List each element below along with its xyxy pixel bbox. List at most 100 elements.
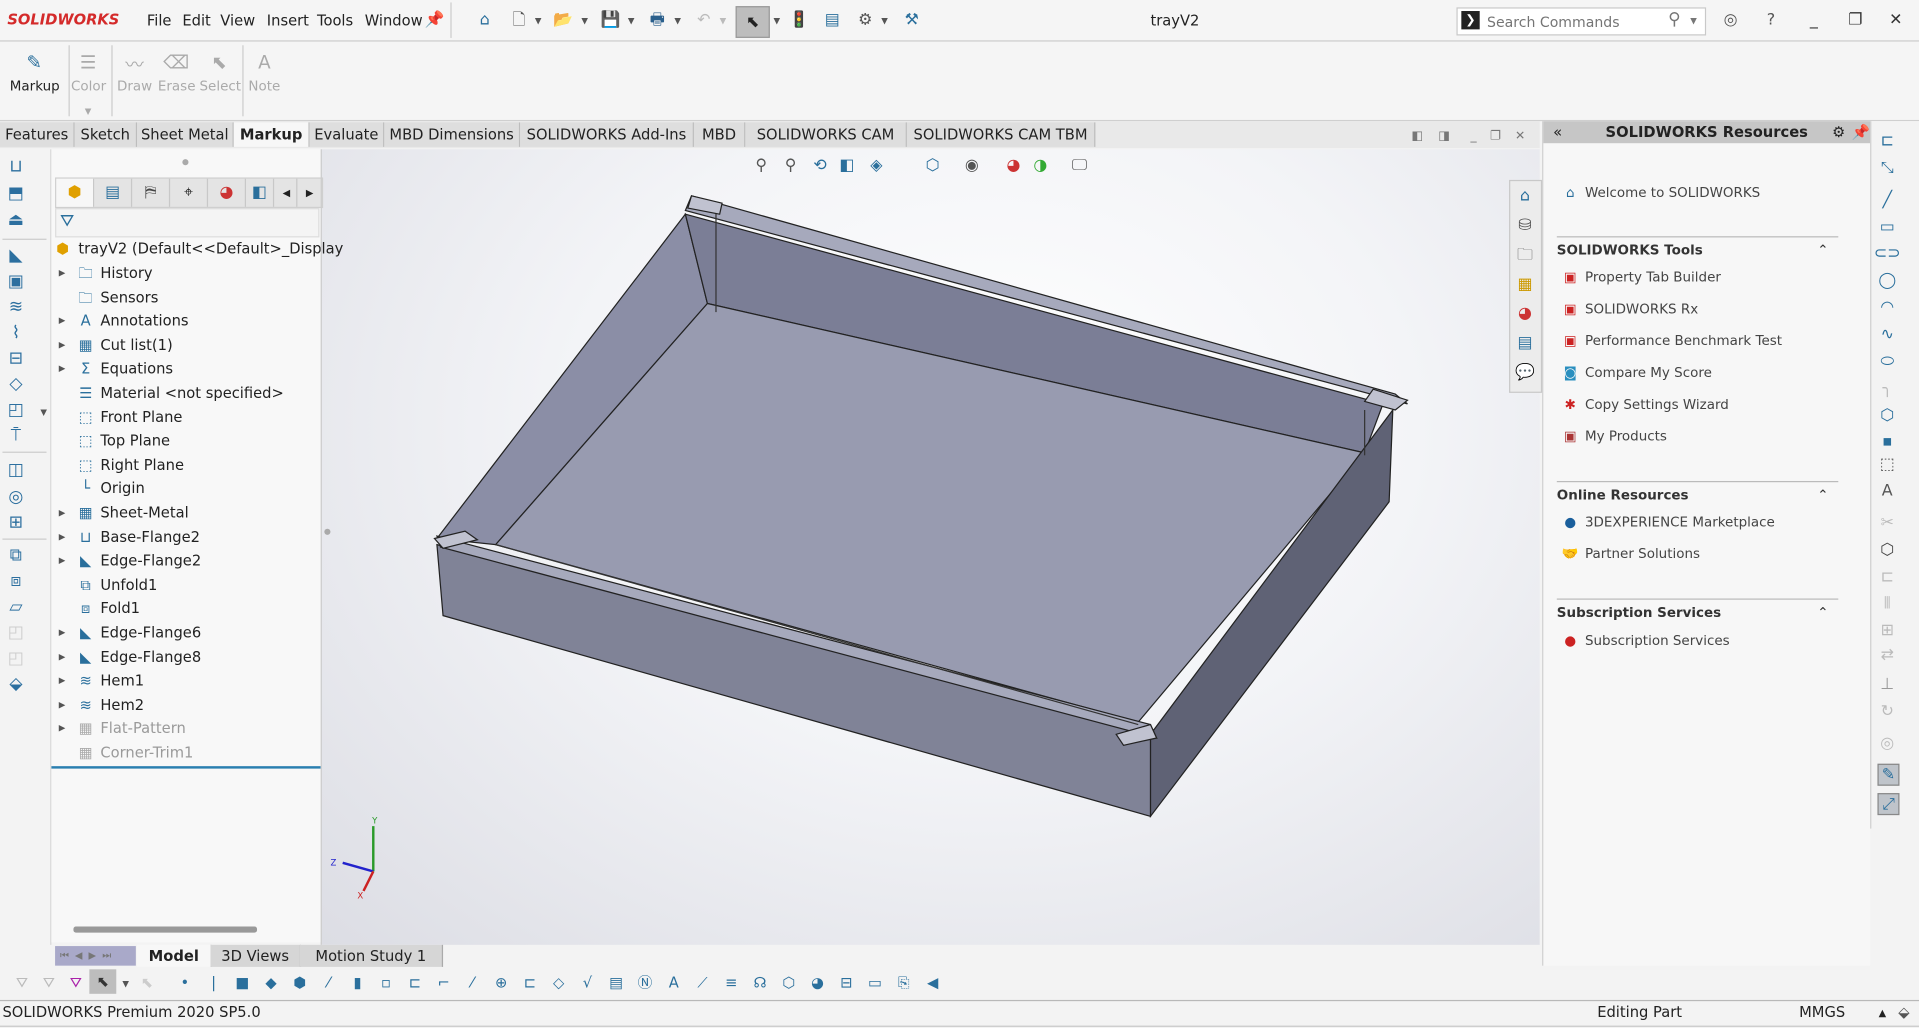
lofted-bend-icon[interactable]: ⏏ bbox=[6, 211, 26, 231]
copy-settings-wizard-link[interactable]: ✱ Copy Settings Wizard bbox=[1560, 397, 1729, 413]
no-bends-icon[interactable]: ◰ bbox=[6, 623, 26, 643]
collapse-caret-icon[interactable]: ⌃ bbox=[1817, 605, 1828, 621]
hide-filter-icon[interactable]: ⛛ bbox=[39, 973, 59, 993]
horizontal-scrollbar[interactable] bbox=[73, 926, 258, 933]
selection-filter-icon[interactable]: A bbox=[664, 973, 684, 993]
tab-3d-views[interactable]: 3D Views bbox=[210, 944, 302, 967]
selection-filter-icon[interactable]: ◕ bbox=[808, 973, 828, 993]
pin-icon[interactable]: 📌 bbox=[1852, 121, 1870, 143]
view-settings-icon[interactable]: 🖵 bbox=[1070, 155, 1090, 175]
unfold-icon[interactable]: ⧉ bbox=[6, 546, 26, 566]
rapid-sketch-icon[interactable]: ✎ bbox=[1877, 763, 1900, 786]
selection-filter-icon[interactable]: ⊏ bbox=[520, 973, 540, 993]
expand-arrow-icon[interactable]: ▶ bbox=[59, 622, 66, 645]
ellipse-icon[interactable]: ⬭ bbox=[1877, 351, 1897, 371]
insert-bends-icon[interactable]: ⬙ bbox=[6, 674, 26, 694]
expand-arrow-icon[interactable]: ▶ bbox=[59, 646, 66, 669]
circle-icon[interactable]: ◯ bbox=[1877, 270, 1897, 290]
text-icon[interactable]: A bbox=[1877, 481, 1897, 501]
selection-filter-icon[interactable]: ⎘ bbox=[894, 973, 914, 993]
miter-flange-icon[interactable]: ▣ bbox=[6, 272, 26, 292]
selection-filter-icon[interactable]: √ bbox=[578, 973, 598, 993]
configuration-manager-tab-icon[interactable]: ⛿ bbox=[132, 178, 171, 207]
selection-filter-icon[interactable]: Ⓝ bbox=[635, 973, 655, 993]
selection-filter-icon[interactable]: ◀ bbox=[923, 973, 943, 993]
base-flange-icon[interactable]: ⊔ bbox=[6, 157, 26, 177]
selection-filter-icon[interactable]: ⊕ bbox=[491, 973, 511, 993]
forum-icon[interactable]: 💬 bbox=[1515, 362, 1535, 382]
edge-flange-icon[interactable]: ◣ bbox=[6, 246, 26, 266]
expand-arrow-icon[interactable]: ▶ bbox=[59, 502, 66, 525]
quick-snaps-icon[interactable]: ◎ bbox=[1877, 733, 1897, 753]
toggle-filter-icon[interactable]: ⛛ bbox=[12, 973, 32, 993]
expand-arrow-icon[interactable]: ▶ bbox=[59, 526, 66, 549]
linear-pattern-icon[interactable]: ⊞ bbox=[1877, 621, 1897, 641]
viewport-expand-icon[interactable]: ◨ bbox=[1434, 127, 1454, 147]
tab-scroll-buttons[interactable]: ⏮◀▶⏭ bbox=[55, 946, 136, 966]
expand-arrow-icon[interactable]: ▶ bbox=[59, 718, 66, 741]
expand-arrow-icon[interactable]: ▶ bbox=[59, 670, 66, 693]
partner-solutions-link[interactable]: 🤝 Partner Solutions bbox=[1560, 546, 1700, 562]
plane-icon[interactable]: ⬚ bbox=[1877, 454, 1897, 474]
selection-filter-icon[interactable]: ⊏ bbox=[405, 973, 425, 993]
expand-arrow-icon[interactable]: ▶ bbox=[59, 334, 66, 357]
view-palette-icon[interactable]: ▦ bbox=[1515, 274, 1535, 294]
section-view-icon[interactable]: ◧ bbox=[837, 155, 857, 175]
dimxpert-manager-tab-icon[interactable]: ⌖ bbox=[170, 178, 209, 207]
selection-filter-icon[interactable]: ◇ bbox=[549, 973, 569, 993]
forming-tool-icon[interactable]: ⍑ bbox=[6, 426, 26, 446]
viewport-minimize-icon[interactable]: _ bbox=[1464, 127, 1484, 147]
sketch-icon[interactable]: ⊏ bbox=[1877, 131, 1897, 151]
flatten-icon[interactable]: ▱ bbox=[6, 597, 26, 617]
fold-icon[interactable]: ⧈ bbox=[6, 572, 26, 592]
options-gear-icon[interactable]: ⚙ bbox=[1832, 121, 1845, 143]
performance-benchmark-link[interactable]: ▣ Performance Benchmark Test bbox=[1560, 333, 1782, 349]
spline-icon[interactable]: ∿ bbox=[1877, 324, 1897, 344]
smart-dimension-icon[interactable]: ⤡ bbox=[1877, 158, 1897, 178]
rectangle-icon[interactable]: ▭ bbox=[1877, 217, 1897, 237]
collapse-panel-icon[interactable]: « bbox=[1553, 121, 1562, 143]
selection-filter-icon[interactable]: ⬡ bbox=[779, 973, 799, 993]
rip-icon[interactable]: ◰ bbox=[6, 649, 26, 669]
cross-break-icon[interactable]: ◇ bbox=[6, 375, 26, 395]
feature-manager-tab-icon[interactable]: ⬢ bbox=[56, 178, 95, 207]
selection-filter-icon[interactable]: ▮ bbox=[348, 973, 368, 993]
resources-home-icon[interactable]: ⌂ bbox=[1515, 186, 1535, 206]
simple-hole-icon[interactable]: ◎ bbox=[6, 487, 26, 507]
jog-icon[interactable]: ⌇ bbox=[6, 323, 26, 343]
select-other-icon[interactable]: ⬉ bbox=[137, 973, 157, 993]
repair-sketch-icon[interactable]: ↻ bbox=[1877, 701, 1897, 721]
vent-icon[interactable]: ⊞ bbox=[6, 513, 26, 533]
selection-filter-icon[interactable]: ▭ bbox=[865, 973, 885, 993]
selection-filter-icon[interactable]: ☊ bbox=[750, 973, 770, 993]
tab-model[interactable]: Model bbox=[137, 944, 212, 967]
hem-icon[interactable]: ≋ bbox=[6, 297, 26, 317]
selection-filter-icon[interactable]: ⊟ bbox=[837, 973, 857, 993]
zoom-to-area-icon[interactable]: ⚲ bbox=[781, 155, 801, 175]
my-products-link[interactable]: ▣ My Products bbox=[1560, 428, 1667, 444]
view-orientation-icon[interactable]: ⬡ bbox=[923, 155, 943, 175]
panel-splitter-handle[interactable] bbox=[324, 528, 331, 535]
cam-tab-icon[interactable]: ◧ bbox=[246, 178, 275, 207]
fillet-icon[interactable]: ╮ bbox=[1877, 378, 1897, 398]
display-manager-tab-icon[interactable]: ◕ bbox=[208, 178, 247, 207]
design-library-icon[interactable]: ⛁ bbox=[1515, 215, 1535, 235]
selection-filter-icon[interactable]: ⬢ bbox=[290, 973, 310, 993]
collapse-caret-icon[interactable]: ⌃ bbox=[1817, 487, 1828, 503]
convert-entities-icon[interactable]: ⬡ bbox=[1877, 540, 1897, 560]
scroll-right-icon[interactable]: ▶ bbox=[299, 179, 321, 207]
rebuild-status-icon[interactable]: ⬙ bbox=[1898, 1001, 1909, 1024]
line-icon[interactable]: ╱ bbox=[1877, 190, 1897, 210]
viewport-collapse-icon[interactable]: ◧ bbox=[1407, 127, 1427, 147]
panel-drag-handle[interactable] bbox=[182, 159, 189, 166]
solidworks-tools-section[interactable]: SOLIDWORKS Tools ⌃ bbox=[1556, 236, 1839, 258]
online-resources-section[interactable]: Online Resources ⌃ bbox=[1556, 480, 1839, 503]
clear-filters-icon[interactable]: ⛛ bbox=[66, 973, 86, 993]
trim-icon[interactable]: ✂ bbox=[1877, 513, 1897, 533]
appearances-icon[interactable]: ◕ bbox=[1515, 304, 1535, 324]
solidworks-rx-link[interactable]: ▣ SOLIDWORKS Rx bbox=[1560, 301, 1698, 317]
expand-arrow-icon[interactable]: ▶ bbox=[59, 262, 66, 285]
selection-filter-icon[interactable]: ◆ bbox=[261, 973, 281, 993]
display-relations-icon[interactable]: ⊥ bbox=[1877, 674, 1897, 694]
selection-filter-icon[interactable]: ⁄ bbox=[463, 973, 483, 993]
